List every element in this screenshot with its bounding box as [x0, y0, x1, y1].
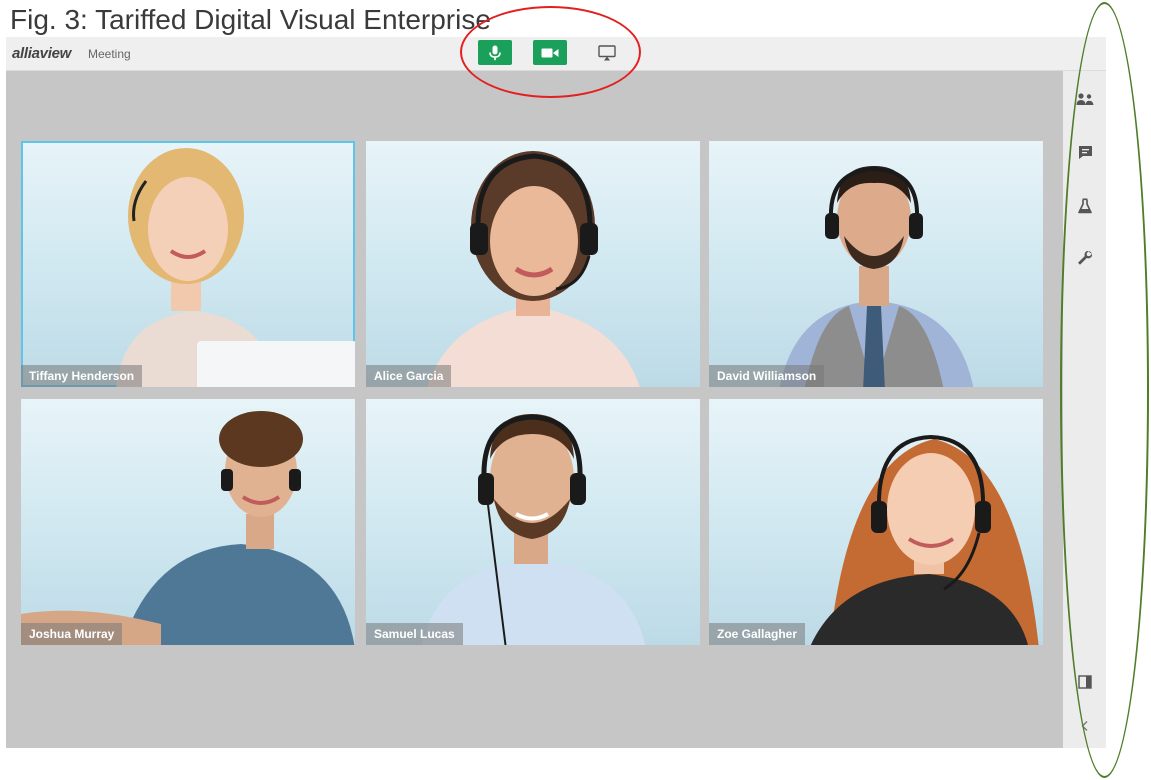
chevron-left-icon — [1081, 721, 1088, 731]
camera-button[interactable] — [533, 40, 567, 65]
participant-name-label: Zoe Gallagher — [709, 623, 806, 645]
chat-button[interactable] — [1074, 141, 1096, 163]
right-sidebar — [1063, 71, 1106, 748]
wrench-icon — [1078, 251, 1093, 265]
participant-name-label: Tiffany Henderson — [21, 365, 143, 387]
participant-name-label: Joshua Murray — [21, 623, 123, 645]
lab-button[interactable] — [1074, 195, 1096, 217]
participant-video-frame — [421, 414, 646, 645]
top-bar: alliaview Meeting — [6, 37, 1106, 71]
video-tile-joshua-murray[interactable]: Joshua Murray — [21, 399, 355, 645]
meeting-app-window: alliaview Meeting Tiffany Henderson Alic… — [6, 37, 1106, 748]
participants-button[interactable] — [1074, 88, 1096, 110]
participant-video-frame — [116, 148, 355, 387]
figure-caption: Fig. 3: Tariffed Digital Visual Enterpri… — [10, 4, 491, 35]
screen-share-button[interactable] — [590, 40, 624, 65]
video-stage: Tiffany Henderson Alice Garcia David Wil… — [6, 71, 1063, 748]
video-tile-david-williamson[interactable]: David Williamson — [709, 141, 1043, 387]
panel-toggle-icon — [1078, 675, 1092, 689]
participants-icon — [1076, 93, 1094, 105]
video-tile-samuel-lucas[interactable]: Samuel Lucas — [366, 399, 700, 645]
video-tile-alice-garcia[interactable]: Alice Garcia — [366, 141, 700, 387]
participant-name-label: David Williamson — [709, 365, 825, 387]
page: Fig. 3: Tariffed Digital Visual Enterpri… — [0, 0, 1151, 780]
participant-video-frame — [810, 434, 1039, 645]
video-camera-icon — [541, 48, 559, 57]
video-tile-zoe-gallagher[interactable]: Zoe Gallagher — [709, 399, 1043, 645]
brand-logo: alliaview — [12, 45, 72, 62]
app-subtitle: Meeting — [88, 47, 131, 61]
screen-share-icon — [598, 44, 616, 60]
video-tile-tiffany-henderson[interactable]: Tiffany Henderson — [21, 141, 355, 387]
settings-button[interactable] — [1074, 247, 1096, 269]
participant-video-frame — [21, 411, 355, 645]
chat-icon — [1078, 145, 1092, 159]
participant-name-label: Alice Garcia — [366, 365, 452, 387]
participant-name-label: Samuel Lucas — [366, 623, 463, 645]
microphone-icon — [489, 45, 501, 60]
participant-video-frame — [427, 151, 640, 387]
collapse-sidebar-button[interactable] — [1074, 715, 1096, 737]
panel-toggle-button[interactable] — [1074, 671, 1096, 693]
lab-flask-icon — [1078, 198, 1092, 214]
microphone-button[interactable] — [478, 40, 512, 65]
participant-video-frame — [779, 166, 974, 387]
